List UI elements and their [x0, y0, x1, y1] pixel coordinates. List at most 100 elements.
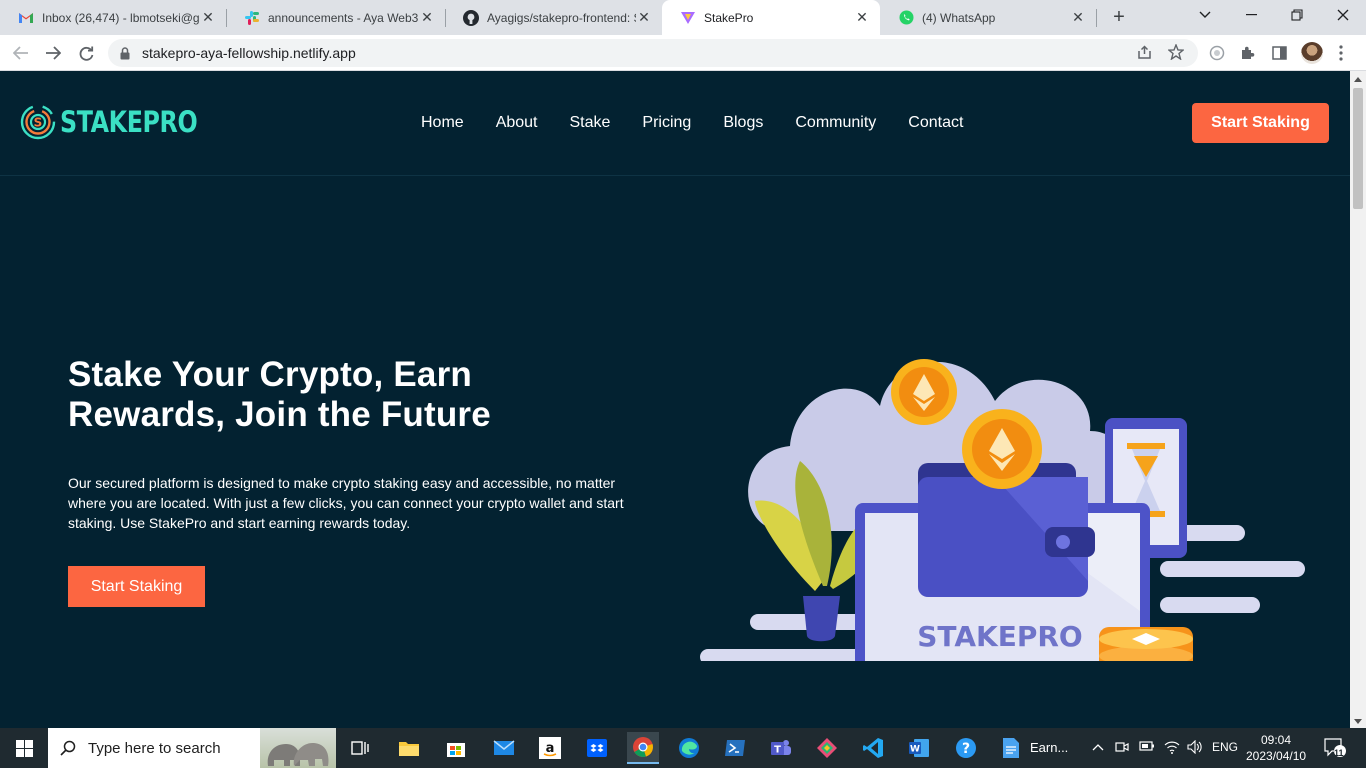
tab-title: Ayagigs/stakepro-frontend: S	[487, 10, 636, 25]
taskbar-store[interactable]	[440, 732, 472, 764]
volume-icon[interactable]	[1187, 739, 1203, 757]
tab-gmail[interactable]: Inbox (26,474) - lbmotseki@g ✕	[0, 0, 226, 35]
edge-icon	[679, 738, 699, 758]
header-start-staking-button[interactable]: Start Staking	[1192, 103, 1329, 143]
taskbar-dropbox[interactable]	[581, 732, 613, 764]
profile-avatar[interactable]	[1301, 42, 1323, 64]
tray-chevron-up-icon[interactable]	[1092, 740, 1104, 754]
language-indicator[interactable]: ENG	[1212, 740, 1238, 754]
browser-toolbar: stakepro-aya-fellowship.netlify.app	[0, 35, 1366, 71]
chevron-down-icon	[1199, 11, 1211, 18]
slack-icon	[244, 10, 260, 26]
site-header: S STAKEPRO Home About Stake Pricing Blog…	[0, 71, 1350, 176]
nav-link-stake[interactable]: Stake	[570, 114, 611, 132]
ethereum-coin-icon	[962, 409, 1042, 489]
extensions-puzzle-icon[interactable]	[1235, 40, 1261, 66]
close-tab-icon[interactable]: ✕	[1070, 9, 1086, 26]
nav-link-blogs[interactable]: Blogs	[723, 114, 763, 132]
clock-date: 2023/04/10	[1246, 749, 1307, 763]
bookmark-star-icon[interactable]	[1164, 40, 1188, 64]
nav-link-pricing[interactable]: Pricing	[642, 114, 691, 132]
new-tab-button[interactable]: +	[1108, 6, 1130, 28]
close-tab-icon[interactable]: ✕	[200, 9, 216, 26]
taskbar-amazon[interactable]: a	[534, 732, 566, 764]
taskbar-window-label[interactable]: Earn...	[1030, 740, 1068, 755]
taskbar-teams[interactable]: T	[765, 732, 797, 764]
taskbar-file-explorer[interactable]	[393, 732, 425, 764]
document-icon	[1003, 738, 1019, 758]
reload-button[interactable]	[73, 40, 99, 66]
arrow-left-icon	[13, 46, 28, 60]
tab-github[interactable]: Ayagigs/stakepro-frontend: S ✕	[445, 0, 662, 35]
extension-icon[interactable]	[1204, 40, 1230, 66]
tab-stakepro[interactable]: StakePro ✕	[662, 0, 880, 35]
store-icon	[447, 743, 465, 757]
close-tab-icon[interactable]: ✕	[636, 9, 652, 26]
browser-tab-strip: Inbox (26,474) - lbmotseki@g ✕ announcem…	[0, 0, 1366, 35]
taskbar-mail[interactable]	[488, 732, 520, 764]
side-panel-icon[interactable]	[1266, 40, 1292, 66]
main-nav: Home About Stake Pricing Blogs Community…	[421, 114, 995, 132]
forward-button[interactable]	[40, 40, 66, 66]
start-button[interactable]	[0, 728, 48, 768]
powershell-icon	[725, 740, 745, 756]
minimize-icon	[1245, 14, 1257, 16]
folder-icon	[399, 742, 419, 756]
tab-slack[interactable]: announcements - Aya Web3 ✕	[226, 0, 445, 35]
scroll-down-icon[interactable]	[1354, 719, 1362, 724]
taskbar-clock[interactable]: 09:04 2023/04/10	[1246, 732, 1306, 764]
page-scrollbar[interactable]	[1350, 71, 1366, 728]
search-placeholder: Type here to search	[88, 739, 221, 757]
tab-title: StakePro	[704, 10, 754, 25]
taskbar-edge[interactable]	[673, 732, 705, 764]
more-menu-icon[interactable]	[1328, 40, 1354, 66]
taskbar-document-window[interactable]	[995, 732, 1027, 764]
diamond-app-icon	[817, 738, 837, 758]
hero-title: Stake Your Crypto, Earn Rewards, Join th…	[68, 355, 491, 434]
taskbar-gitkraken[interactable]	[811, 732, 843, 764]
tab-title: (4) WhatsApp	[922, 10, 996, 25]
nav-link-community[interactable]: Community	[795, 114, 876, 132]
taskbar-chrome[interactable]	[627, 732, 659, 764]
task-view-button[interactable]	[344, 732, 376, 764]
scrollbar-thumb[interactable]	[1353, 88, 1363, 209]
stakepro-page: S STAKEPRO Home About Stake Pricing Blog…	[0, 71, 1350, 728]
hero-illustration: STAKEPRO	[700, 359, 1305, 661]
arrow-right-icon	[46, 46, 61, 60]
hero-start-staking-button[interactable]: Start Staking	[68, 566, 205, 607]
nav-link-contact[interactable]: Contact	[908, 114, 963, 132]
tab-whatsapp[interactable]: (4) WhatsApp ✕	[880, 0, 1096, 35]
scroll-up-icon[interactable]	[1354, 77, 1362, 82]
taskbar-search-box[interactable]: Type here to search	[48, 728, 336, 768]
whatsapp-icon	[898, 10, 914, 26]
close-window-button[interactable]	[1320, 0, 1366, 30]
tab-title: Inbox (26,474) - lbmotseki@g	[42, 10, 200, 25]
teams-icon: T	[771, 740, 791, 756]
taskbar-help[interactable]: ?	[950, 732, 982, 764]
coin-stack-icon	[1099, 627, 1193, 661]
gmail-icon	[18, 10, 34, 26]
vscode-icon	[863, 738, 883, 758]
taskbar-word[interactable]: W	[903, 732, 935, 764]
back-button[interactable]	[8, 40, 34, 66]
stakepro-logo[interactable]: S STAKEPRO	[20, 104, 227, 140]
wifi-icon[interactable]	[1164, 740, 1180, 757]
nav-link-about[interactable]: About	[496, 114, 538, 132]
close-tab-icon[interactable]: ✕	[854, 9, 870, 26]
tab-search-button[interactable]	[1182, 0, 1228, 30]
taskbar-vscode[interactable]	[857, 732, 889, 764]
dropbox-icon	[587, 739, 607, 757]
minimize-button[interactable]	[1228, 0, 1274, 30]
close-tab-icon[interactable]: ✕	[419, 9, 435, 26]
svg-text:a: a	[546, 741, 555, 756]
meet-now-icon[interactable]	[1115, 740, 1129, 757]
restore-button[interactable]	[1274, 0, 1320, 30]
taskbar-powershell[interactable]	[719, 732, 751, 764]
logo-text: STAKEPRO	[60, 105, 198, 139]
nav-link-home[interactable]: Home	[421, 114, 464, 132]
battery-icon[interactable]	[1139, 740, 1155, 755]
tab-divider	[1096, 9, 1097, 27]
address-bar[interactable]: stakepro-aya-fellowship.netlify.app	[108, 39, 1198, 67]
share-icon[interactable]	[1132, 40, 1156, 64]
url-text: stakepro-aya-fellowship.netlify.app	[142, 45, 356, 61]
